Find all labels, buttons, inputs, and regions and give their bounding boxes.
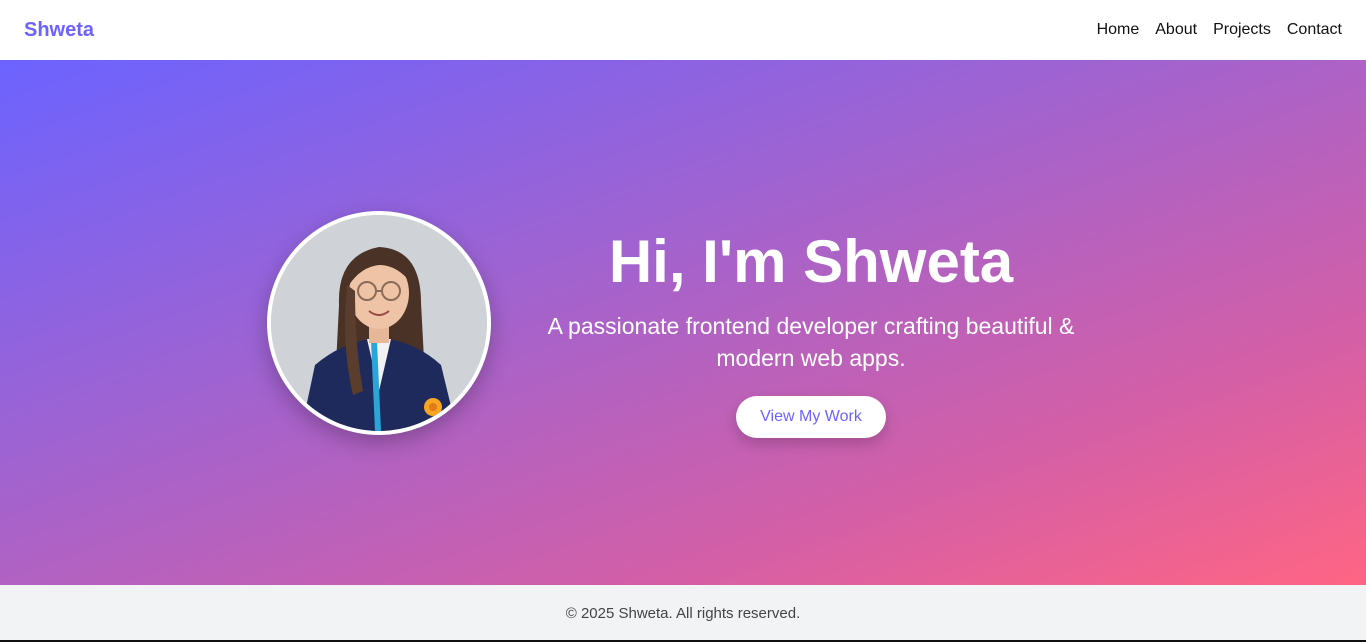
footer: © 2025 Shweta. All rights reserved. bbox=[0, 585, 1366, 642]
nav-link-about[interactable]: About bbox=[1155, 21, 1197, 38]
hero-subtitle: A passionate frontend developer crafting… bbox=[547, 313, 1075, 371]
hero-text: Hi, I'm Shweta A passionate frontend dev… bbox=[511, 226, 1111, 438]
nav-item-home: Home bbox=[1097, 21, 1140, 39]
navbar: Shweta Home About Projects Contact bbox=[0, 0, 1366, 60]
hero-title: Hi, I'm Shweta bbox=[608, 228, 1014, 295]
profile-avatar bbox=[267, 211, 491, 435]
brand-logo[interactable]: Shweta bbox=[24, 19, 94, 42]
hero-section: Hi, I'm Shweta A passionate frontend dev… bbox=[0, 60, 1366, 585]
footer-copyright: © 2025 Shweta. All rights reserved. bbox=[565, 605, 801, 622]
view-my-work-button[interactable]: View My Work bbox=[736, 396, 886, 438]
nav-link-contact[interactable]: Contact bbox=[1287, 21, 1342, 38]
nav-item-about: About bbox=[1155, 21, 1197, 39]
nav-item-projects: Projects bbox=[1213, 21, 1271, 39]
nav-links: Home About Projects Contact bbox=[1097, 21, 1342, 39]
nav-item-contact: Contact bbox=[1287, 21, 1342, 39]
nav-link-projects[interactable]: Projects bbox=[1213, 21, 1271, 38]
nav-link-home[interactable]: Home bbox=[1097, 21, 1140, 38]
profile-photo-illustration bbox=[271, 215, 487, 431]
